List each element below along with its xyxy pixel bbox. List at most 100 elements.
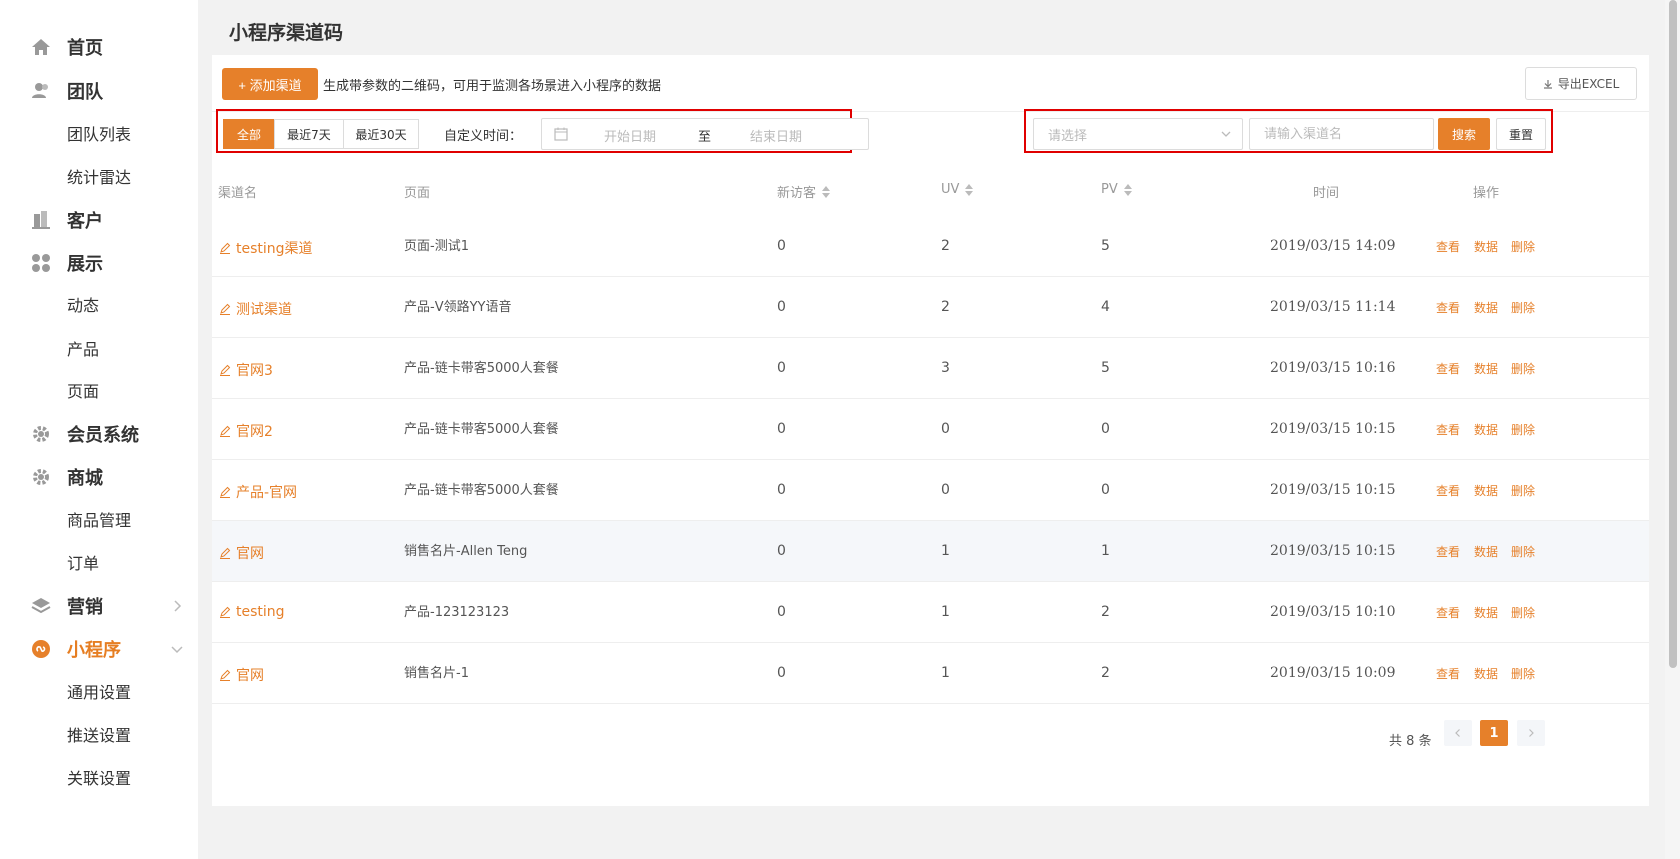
new-visitors-cell: 0 (777, 238, 786, 254)
uv-cell: 0 (941, 421, 950, 437)
export-excel-button[interactable]: 导出EXCEL (1525, 67, 1637, 100)
col-actions-label: 操作 (1473, 186, 1500, 201)
time-cell: 2019/03/15 10:15 (1270, 421, 1396, 437)
view-link[interactable]: 查看 (1436, 299, 1460, 316)
channel-name-link[interactable]: 测试渠道 (219, 299, 292, 319)
time-cell: 2019/03/15 10:16 (1270, 360, 1396, 376)
nav-membership[interactable]: 会员系统 (0, 414, 198, 454)
nav-display[interactable]: 展示 (0, 243, 198, 283)
data-link[interactable]: 数据 (1474, 604, 1498, 621)
data-link[interactable]: 数据 (1474, 238, 1498, 255)
nav-link-settings[interactable]: 关联设置 (0, 757, 198, 797)
nav-orders[interactable]: 订单 (0, 542, 198, 582)
next-page-button[interactable] (1517, 720, 1545, 746)
edit-icon (220, 486, 231, 498)
nav-marketing[interactable]: 营销 (0, 586, 198, 626)
end-date-placeholder[interactable]: 结束日期 (750, 126, 802, 145)
prev-page-button[interactable] (1444, 720, 1472, 746)
delete-link[interactable]: 删除 (1511, 421, 1535, 438)
view-link[interactable]: 查看 (1436, 238, 1460, 255)
nav-push-settings[interactable]: 推送设置 (0, 714, 198, 754)
delete-link[interactable]: 删除 (1511, 604, 1535, 621)
scrollbar-thumb[interactable] (1669, 0, 1677, 668)
channel-name-text: 官网3 (236, 363, 273, 379)
nav-home[interactable]: 首页 (0, 27, 198, 67)
nav-team[interactable]: 团队 (0, 71, 198, 111)
start-date-placeholder[interactable]: 开始日期 (604, 126, 656, 145)
nav-pages[interactable]: 页面 (0, 370, 198, 410)
channel-name-input[interactable] (1249, 118, 1434, 150)
data-link[interactable]: 数据 (1474, 482, 1498, 499)
channel-name-link[interactable]: 产品-官网 (219, 482, 297, 502)
tab-last-30-days[interactable]: 最近30天 (343, 119, 419, 149)
nav-product[interactable]: 产品 (0, 328, 198, 368)
data-link[interactable]: 数据 (1474, 543, 1498, 560)
tab-all[interactable]: 全部 (223, 119, 275, 149)
search-button[interactable]: 搜索 (1438, 118, 1490, 150)
sort-icon[interactable] (822, 185, 831, 198)
table-row: 官网3 产品-链卡带客5000人套餐 0 3 5 2019/03/15 10:1… (212, 338, 1649, 399)
table-header: 渠道名 页面 新访客 UV PV 时间 操作 (212, 162, 1649, 223)
sort-icon[interactable] (1123, 183, 1132, 196)
pv-cell: 2 (1101, 604, 1110, 620)
nav-customer-label: 客户 (67, 211, 103, 232)
reset-button[interactable]: 重置 (1496, 118, 1546, 150)
pv-cell: 5 (1101, 238, 1110, 254)
page-number-button[interactable]: 1 (1480, 720, 1508, 746)
sort-icon[interactable] (965, 183, 974, 196)
delete-link[interactable]: 删除 (1511, 665, 1535, 682)
time-cell: 2019/03/15 10:15 (1270, 543, 1396, 559)
delete-link[interactable]: 删除 (1511, 238, 1535, 255)
page-cell: 页面-测试1 (404, 239, 469, 254)
channel-select[interactable]: 请选择 (1033, 118, 1243, 150)
nav-miniprogram[interactable]: 小程序 (0, 629, 198, 669)
nav-customer[interactable]: 客户 (0, 200, 198, 240)
delete-link[interactable]: 删除 (1511, 543, 1535, 560)
data-link[interactable]: 数据 (1474, 421, 1498, 438)
nav-general-settings[interactable]: 通用设置 (0, 671, 198, 711)
col-pv[interactable]: PV (1101, 182, 1132, 197)
data-link[interactable]: 数据 (1474, 299, 1498, 316)
view-link[interactable]: 查看 (1436, 665, 1460, 682)
nav-stats-radar[interactable]: 统计雷达 (0, 156, 198, 196)
delete-link[interactable]: 删除 (1511, 482, 1535, 499)
col-uv[interactable]: UV (941, 182, 974, 197)
nav-feed[interactable]: 动态 (0, 284, 198, 324)
uv-cell: 1 (941, 543, 950, 559)
edit-icon (220, 303, 231, 315)
view-link[interactable]: 查看 (1436, 360, 1460, 377)
data-link[interactable]: 数据 (1474, 360, 1498, 377)
view-link[interactable]: 查看 (1436, 421, 1460, 438)
nav-team-list[interactable]: 团队列表 (0, 113, 198, 153)
delete-link[interactable]: 删除 (1511, 360, 1535, 377)
export-excel-label: 导出EXCEL (1557, 77, 1620, 91)
view-link[interactable]: 查看 (1436, 482, 1460, 499)
nav-mall[interactable]: 商城 (0, 457, 198, 497)
channel-name-link[interactable]: testing渠道 (219, 238, 313, 258)
tab-last-7-days[interactable]: 最近7天 (274, 119, 344, 149)
delete-link[interactable]: 删除 (1511, 299, 1535, 316)
view-link[interactable]: 查看 (1436, 604, 1460, 621)
page-cell: 销售名片-Allen Teng (404, 544, 528, 559)
channel-name-text: 产品-官网 (236, 485, 298, 501)
sidebar: 首页 团队 团队列表 统计雷达 客户 展示 动态 产品 页面 会员系统 商城 商… (0, 0, 198, 859)
channel-name-link[interactable]: 官网2 (219, 421, 273, 441)
nav-goods[interactable]: 商品管理 (0, 499, 198, 539)
channel-name-link[interactable]: 官网 (219, 665, 264, 685)
new-visitors-cell: 0 (777, 421, 786, 437)
layers-icon (30, 595, 52, 617)
data-link[interactable]: 数据 (1474, 665, 1498, 682)
add-channel-button[interactable]: + 添加渠道 (222, 68, 318, 100)
scrollbar[interactable] (1665, 0, 1680, 859)
view-link[interactable]: 查看 (1436, 543, 1460, 560)
table-row: 官网 销售名片-Allen Teng 0 1 1 2019/03/15 10:1… (212, 521, 1649, 582)
date-range-picker[interactable]: 开始日期 至 结束日期 (541, 118, 869, 150)
channel-name-link[interactable]: 官网 (219, 543, 264, 563)
col-new-visitors[interactable]: 新访客 (777, 182, 831, 201)
channel-name-text: 官网 (236, 546, 264, 562)
edit-icon (220, 242, 231, 254)
building-icon (30, 209, 52, 231)
time-cell: 2019/03/15 14:09 (1270, 238, 1396, 254)
channel-name-link[interactable]: 官网3 (219, 360, 273, 380)
channel-name-link[interactable]: testing (219, 604, 285, 620)
